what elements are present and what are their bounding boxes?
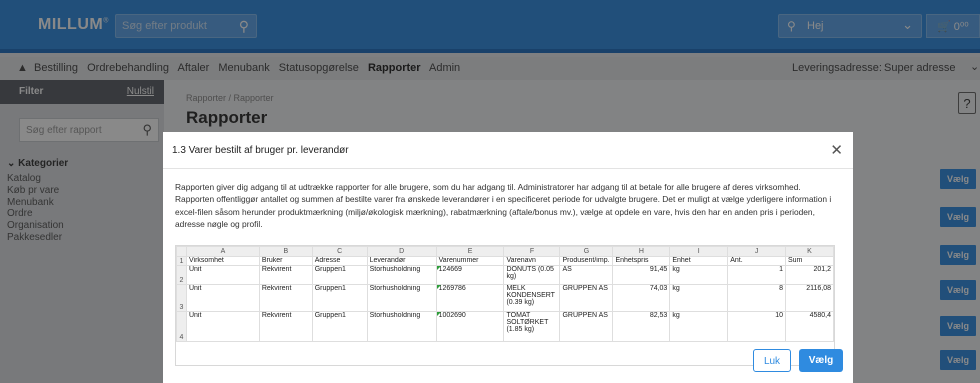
report-modal: 1.3 Varer bestilt af bruger pr. leverand… <box>163 132 853 383</box>
sheet-cell: Storhusholdning <box>366 265 437 285</box>
sheet-cell: Rekvirent <box>258 284 313 312</box>
sheet-cell: 74,03 <box>612 284 671 312</box>
sheet-header-row: 1 Virksomhet Bruker Adresse Leverandør V… <box>176 256 834 266</box>
sheet-cell: kg <box>669 284 729 312</box>
sheet-col-c: C <box>311 246 368 257</box>
sheet-cell: 1269786 <box>435 284 505 312</box>
sheet-cell: 8 <box>727 284 786 312</box>
sheet-cell: Rekvirent <box>258 265 313 285</box>
sheet-col-j: J <box>727 246 786 257</box>
sheet-cell: Storhusholdning <box>366 311 437 342</box>
sheet-cell: Unit <box>185 284 260 312</box>
table-row: 4 Unit Rekvirent Gruppen1 Storhusholdnin… <box>176 311 834 342</box>
modal-description: Rapporten giver dig adgang til at udtræk… <box>175 182 832 230</box>
sheet-header-cell: Enhet <box>669 256 729 266</box>
sheet-corner <box>176 246 187 257</box>
sheet-col-h: H <box>612 246 671 257</box>
sheet-col-b: B <box>258 246 313 257</box>
sheet-col-i: I <box>669 246 729 257</box>
sheet-header-cell: Varenummer <box>435 256 505 266</box>
excel-preview: A B C D E F G H I J K 1 Virksomhet Bruke… <box>175 245 835 366</box>
sheet-cell: 82,53 <box>612 311 671 342</box>
sheet-col-e: E <box>435 246 505 257</box>
sheet-cell: 1 <box>727 265 786 285</box>
row-number: 2 <box>176 265 187 285</box>
sheet-cell: Gruppen1 <box>311 284 368 312</box>
sheet-cell: 201,2 <box>785 265 834 285</box>
row-number: 1 <box>176 256 187 266</box>
sheet-col-k: K <box>785 246 834 257</box>
sheet-cell: 2116,08 <box>785 284 834 312</box>
sheet-header-cell: Virksomhet <box>185 256 260 266</box>
sheet-header-cell: Sum <box>785 256 834 266</box>
sheet-cell: 1002690 <box>435 311 505 342</box>
table-row: 3 Unit Rekvirent Gruppen1 Storhusholdnin… <box>176 284 834 312</box>
sheet-cell: MELK KONDENSERT (0.39 kg) <box>503 284 561 312</box>
sheet-cell: TOMAT SOLTØRKET (1.85 kg) <box>503 311 561 342</box>
sheet-cell: kg <box>669 265 729 285</box>
sheet-header-cell: Enhetspris <box>612 256 671 266</box>
close-icon[interactable]: ✕ <box>830 141 843 159</box>
modal-header: 1.3 Varer bestilt af bruger pr. leverand… <box>163 132 853 169</box>
sheet-col-a: A <box>185 246 260 257</box>
sheet-cell: 124669 <box>435 265 505 285</box>
sheet-cell: Gruppen1 <box>311 311 368 342</box>
sheet-cell: Unit <box>185 311 260 342</box>
row-number: 3 <box>176 284 187 312</box>
sheet-cell: 10 <box>727 311 786 342</box>
table-row: 2 Unit Rekvirent Gruppen1 Storhusholdnin… <box>176 265 834 285</box>
sheet-header-cell: Produsent/imp. <box>559 256 614 266</box>
sheet-header-cell: Varenavn <box>503 256 561 266</box>
sheet-cell: 91,45 <box>612 265 671 285</box>
sheet-cell: Gruppen1 <box>311 265 368 285</box>
sheet-header-cell: Leverandør <box>366 256 437 266</box>
sheet-col-f: F <box>503 246 561 257</box>
select-button[interactable]: Vælg <box>799 349 843 372</box>
sheet-header-cell: Bruker <box>258 256 313 266</box>
close-button[interactable]: Luk <box>753 349 791 372</box>
sheet-column-header-row: A B C D E F G H I J K <box>176 246 834 257</box>
sheet-header-cell: Ant. <box>727 256 786 266</box>
row-number: 4 <box>176 311 187 342</box>
sheet-cell: Rekvirent <box>258 311 313 342</box>
sheet-header-cell: Adresse <box>311 256 368 266</box>
sheet-cell: AS <box>559 265 614 285</box>
sheet-cell: GRUPPEN AS <box>559 284 614 312</box>
sheet-cell: kg <box>669 311 729 342</box>
sheet-cell: 4580,4 <box>785 311 834 342</box>
sheet-cell: Storhusholdning <box>366 284 437 312</box>
sheet-col-g: G <box>559 246 614 257</box>
sheet-cell: GRUPPEN AS <box>559 311 614 342</box>
sheet-cell: DONUTS (0.05 kg) <box>503 265 561 285</box>
sheet-cell: Unit <box>185 265 260 285</box>
sheet-col-d: D <box>366 246 437 257</box>
modal-title: 1.3 Varer bestilt af bruger pr. leverand… <box>172 145 349 156</box>
